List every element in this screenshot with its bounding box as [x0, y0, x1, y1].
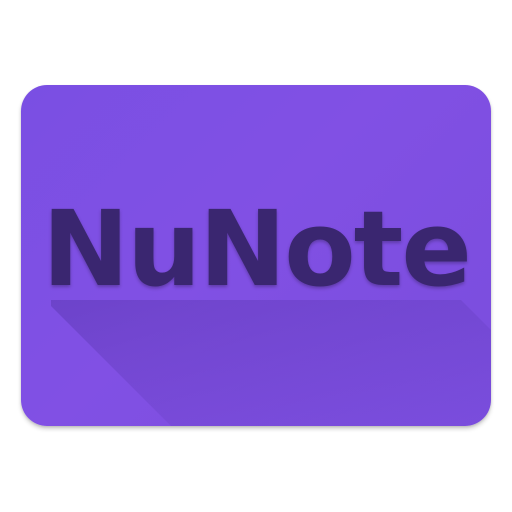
app-wordmark: NuNote	[42, 188, 472, 310]
app-icon: NuNote	[21, 85, 491, 426]
icon-canvas: NuNote	[0, 0, 512, 512]
